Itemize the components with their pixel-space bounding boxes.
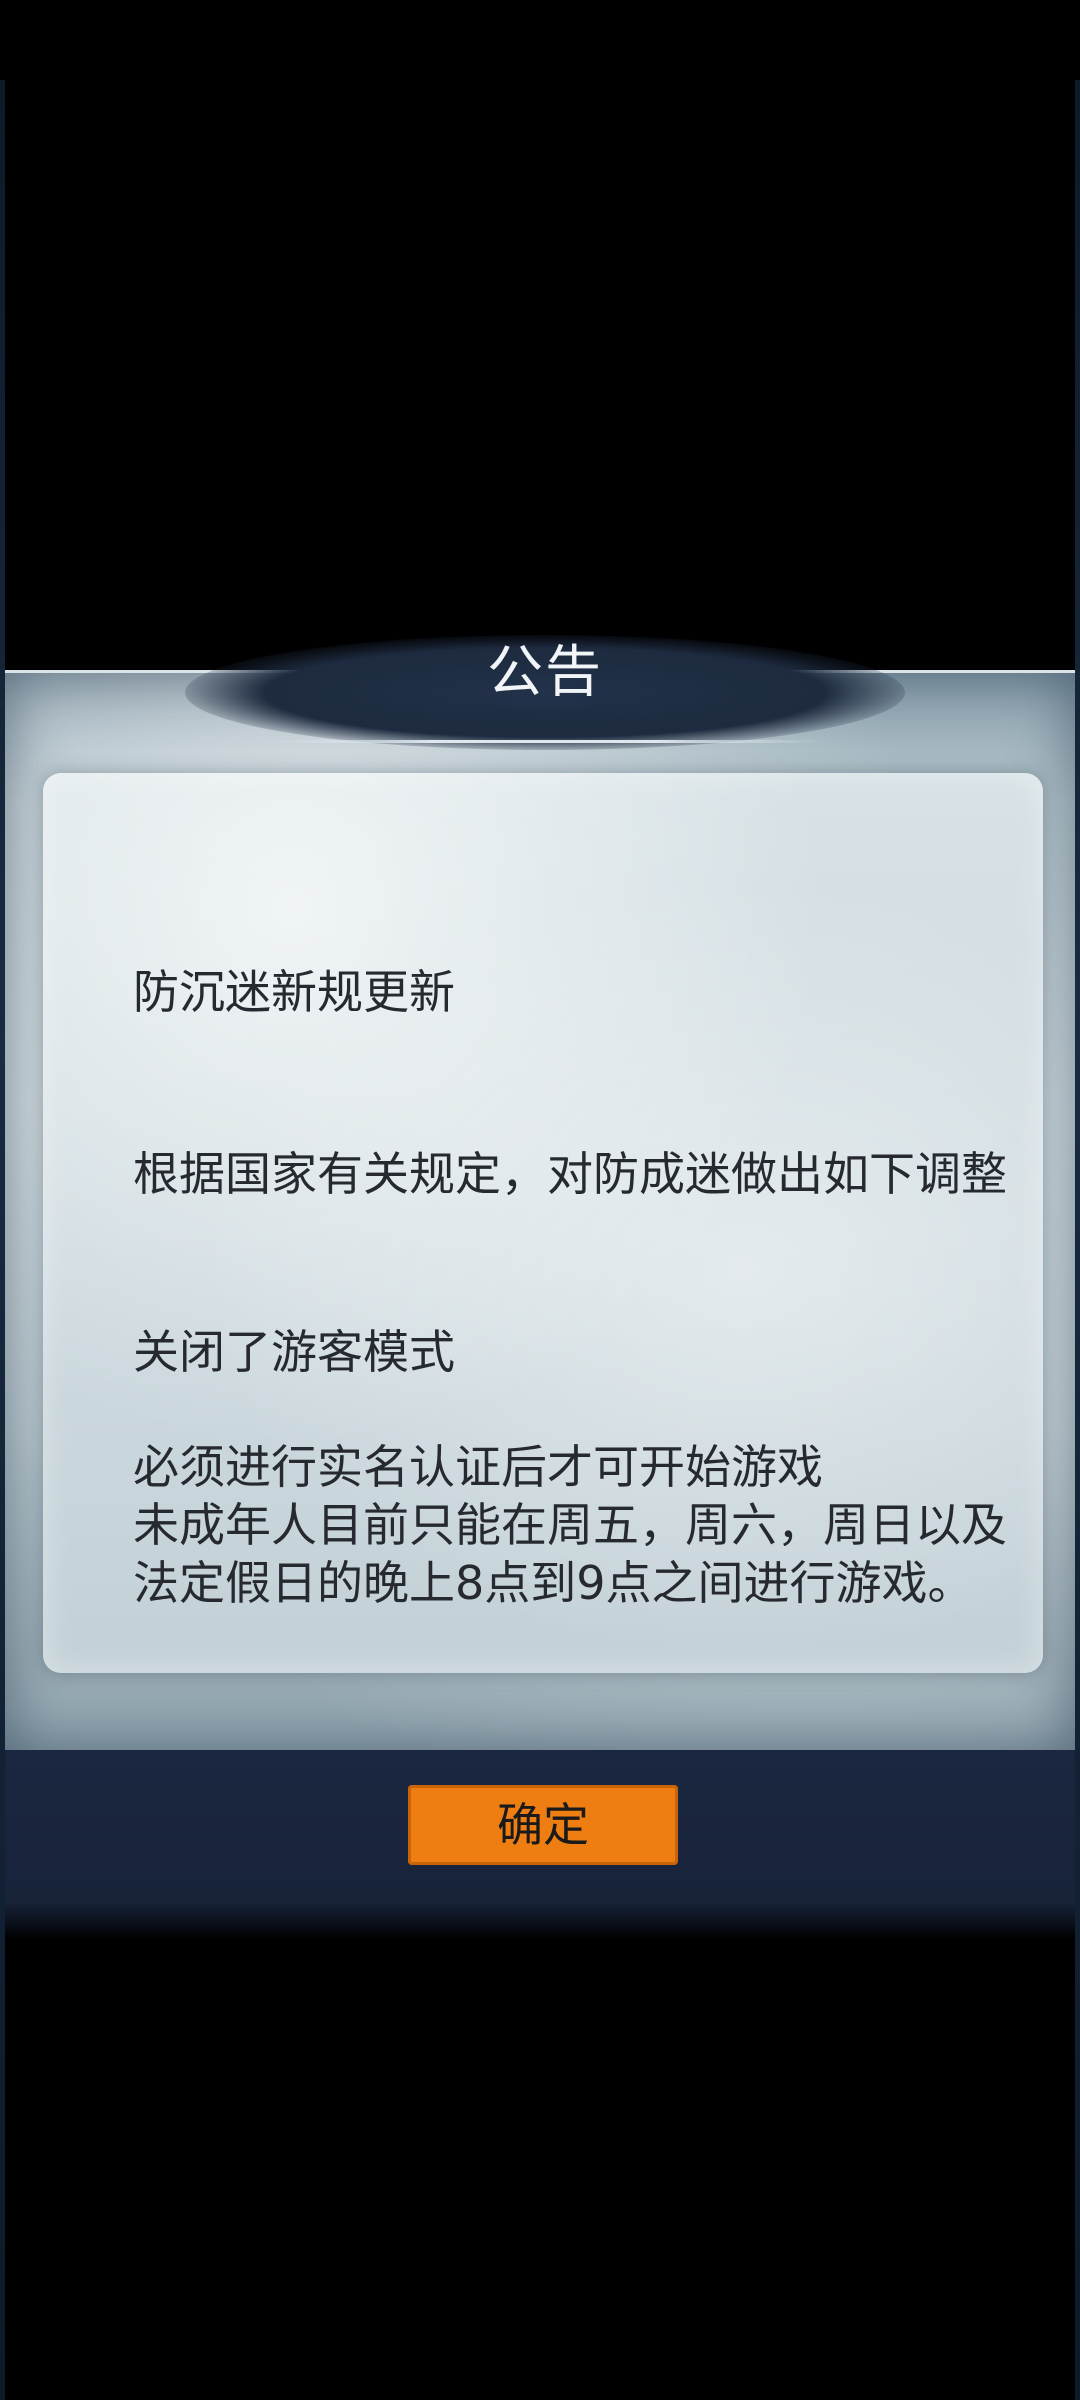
- announcement-dialog: 公告 防沉迷新规更新 根据国家有关规定，对防成迷做出如下调整 关闭了游客模式 必…: [5, 635, 1075, 1753]
- confirm-button[interactable]: 确定: [408, 1785, 678, 1865]
- title-banner: 公告: [185, 635, 905, 750]
- restriction-line-realname: 必须进行实名认证后才可开始游戏: [133, 1440, 823, 1494]
- announcement-paragraph-guest-mode: 关闭了游客模式: [133, 1325, 455, 1379]
- content-panel: 防沉迷新规更新 根据国家有关规定，对防成迷做出如下调整 关闭了游客模式 必须进行…: [43, 773, 1043, 1673]
- title-underline: [265, 740, 825, 743]
- dialog-title: 公告: [487, 640, 603, 705]
- app-screen: 公告 防沉迷新规更新 根据国家有关规定，对防成迷做出如下调整 关闭了游客模式 必…: [0, 0, 1080, 2400]
- restriction-line-minors: 未成年人目前只能在周五，周六，周日以及法定假日的晚上8点到9点之间进行游戏。: [133, 1498, 1007, 1610]
- announcement-paragraph-rules: 根据国家有关规定，对防成迷做出如下调整: [133, 1147, 1007, 1201]
- announcement-heading: 防沉迷新规更新: [133, 965, 455, 1019]
- right-edge-strip: [1075, 80, 1080, 2400]
- announcement-paragraph-restrictions: 必须进行实名认证后才可开始游戏 未成年人目前只能在周五，周六，周日以及法定假日的…: [133, 1438, 1033, 1612]
- dialog-footer-bar: 确定: [5, 1750, 1075, 1940]
